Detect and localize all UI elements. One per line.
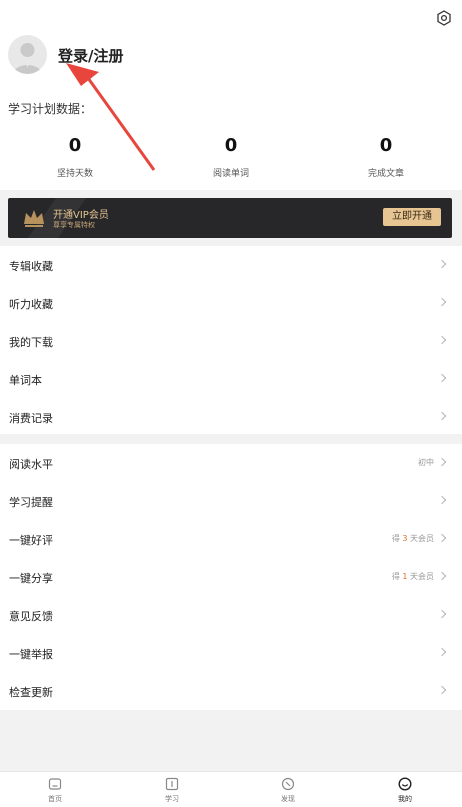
menu-item-listening-favorites[interactable]: 听力收藏 xyxy=(0,284,462,322)
menu-item-reading-level[interactable]: 阅读水平 初中 xyxy=(0,444,462,482)
stat-days: 0 坚持天数 xyxy=(15,135,135,180)
menu-item-label: 意见反馈 xyxy=(9,610,53,623)
menu-item-vocabulary-book[interactable]: 单词本 xyxy=(0,360,462,398)
book-icon xyxy=(165,777,179,791)
chevron-right-icon xyxy=(437,457,447,467)
profile-header: 登录/注册 学习计划数据： 0 坚持天数 0 阅读单词 0 完成文章 xyxy=(0,0,462,190)
user-avatar-icon[interactable] xyxy=(8,35,47,74)
reward-hint: 得 1 天会员 xyxy=(392,571,434,582)
tab-home[interactable]: 首页 xyxy=(35,777,75,804)
menu-item-purchase-history[interactable]: 消费记录 xyxy=(0,398,462,436)
chevron-right-icon xyxy=(437,335,447,345)
stat-value: 0 xyxy=(379,135,393,156)
tab-study[interactable]: 学习 xyxy=(152,777,192,804)
login-register-link[interactable]: 登录/注册 xyxy=(58,45,123,66)
menu-item-report[interactable]: 一键举报 xyxy=(0,634,462,672)
chevron-right-icon xyxy=(437,297,447,307)
reward-prefix: 得 xyxy=(391,534,403,543)
stat-words: 0 阅读单词 xyxy=(171,135,291,180)
home-icon xyxy=(48,778,62,790)
menu-item-rate-app[interactable]: 一键好评 得 3 天会员 xyxy=(0,520,462,558)
stat-label: 阅读单词 xyxy=(212,169,249,179)
menu-group-settings: 阅读水平 初中 学习提醒 一键好评 得 3 天会员 一键分享 得 1 天会员 意… xyxy=(0,444,462,710)
compass-icon xyxy=(281,777,295,791)
tab-label: 发现 xyxy=(281,795,295,803)
smile-icon xyxy=(398,777,412,791)
menu-item-feedback[interactable]: 意见反馈 xyxy=(0,596,462,634)
menu-item-label: 阅读水平 xyxy=(9,458,53,471)
settings-icon[interactable] xyxy=(436,10,452,26)
vip-subtitle: 尊享专属特权 xyxy=(53,221,95,229)
menu-item-my-downloads[interactable]: 我的下载 xyxy=(0,322,462,360)
chevron-right-icon xyxy=(437,411,447,421)
chevron-right-icon xyxy=(437,533,447,543)
stat-label: 完成文章 xyxy=(367,169,404,179)
menu-item-label: 我的下载 xyxy=(9,336,53,349)
reading-level-value: 初中 xyxy=(418,458,434,467)
reward-suffix: 天会员 xyxy=(407,572,434,581)
chevron-right-icon xyxy=(437,495,447,505)
tab-mine[interactable]: 我的 xyxy=(385,777,425,804)
profile-page: 登录/注册 学习计划数据： 0 坚持天数 0 阅读单词 0 完成文章 开通VIP… xyxy=(0,0,462,807)
stat-articles: 0 完成文章 xyxy=(326,135,446,180)
menu-item-label: 消费记录 xyxy=(9,412,53,425)
menu-item-label: 一键举报 xyxy=(9,648,53,661)
vip-title: 开通VIP会员 xyxy=(53,210,109,221)
stat-value: 0 xyxy=(68,135,82,156)
crown-icon xyxy=(24,210,44,227)
menu-item-check-update[interactable]: 检查更新 xyxy=(0,672,462,710)
menu-group-collections: 专辑收藏 听力收藏 我的下载 单词本 消费记录 xyxy=(0,246,462,434)
menu-item-label: 学习提醒 xyxy=(9,496,53,509)
study-plan-title: 学习计划数据： xyxy=(8,102,93,116)
menu-item-label: 单词本 xyxy=(9,374,42,387)
tab-label: 学习 xyxy=(165,795,179,803)
menu-item-label: 一键好评 xyxy=(9,534,53,547)
menu-item-label: 检查更新 xyxy=(9,686,53,699)
chevron-right-icon xyxy=(437,571,447,581)
reward-suffix: 天会员 xyxy=(407,534,434,543)
bottom-tab-bar: 首页 学习 发现 我的 xyxy=(0,771,462,807)
reward-hint: 得 3 天会员 xyxy=(392,533,434,544)
vip-banner[interactable]: 开通VIP会员 尊享专属特权 立即开通 xyxy=(8,198,452,238)
chevron-right-icon xyxy=(437,259,447,269)
stat-label: 坚持天数 xyxy=(56,169,93,179)
chevron-right-icon xyxy=(437,373,447,383)
menu-item-album-favorites[interactable]: 专辑收藏 xyxy=(0,246,462,284)
menu-item-share-app[interactable]: 一键分享 得 1 天会员 xyxy=(0,558,462,596)
menu-item-study-reminder[interactable]: 学习提醒 xyxy=(0,482,462,520)
tab-label: 首页 xyxy=(48,795,62,803)
menu-item-label: 听力收藏 xyxy=(9,298,53,311)
chevron-right-icon xyxy=(437,647,447,657)
reward-prefix: 得 xyxy=(391,572,403,581)
menu-item-label: 专辑收藏 xyxy=(9,260,53,273)
tab-discover[interactable]: 发现 xyxy=(268,777,308,804)
stat-value: 0 xyxy=(224,135,238,156)
open-vip-button[interactable]: 立即开通 xyxy=(383,208,441,226)
menu-item-label: 一键分享 xyxy=(9,572,53,585)
tab-label: 我的 xyxy=(398,795,412,803)
chevron-right-icon xyxy=(437,685,447,695)
chevron-right-icon xyxy=(437,609,447,619)
